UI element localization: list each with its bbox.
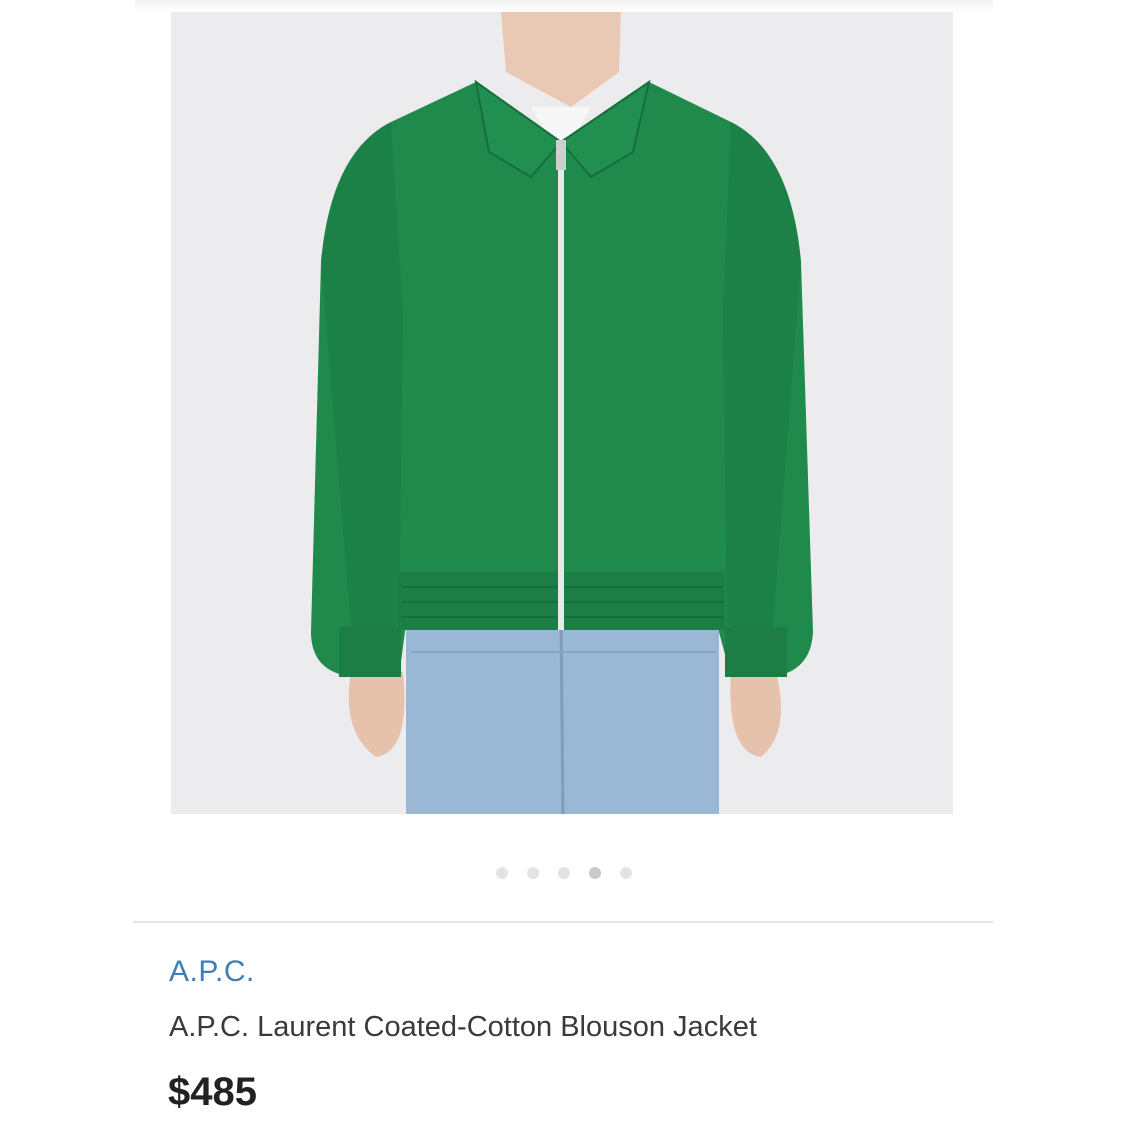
header-shadow	[135, 0, 993, 12]
carousel-dot[interactable]	[558, 867, 570, 879]
product-image[interactable]	[171, 12, 953, 814]
carousel-dot[interactable]	[620, 867, 632, 879]
carousel-dot[interactable]	[496, 867, 508, 879]
product-price: $485	[168, 1070, 257, 1114]
section-divider	[133, 921, 993, 923]
carousel-dot[interactable]	[527, 867, 539, 879]
brand-link[interactable]: A.P.C.	[169, 955, 255, 989]
product-title: A.P.C. Laurent Coated-Cotton Blouson Jac…	[169, 1011, 757, 1043]
carousel-dot-active[interactable]	[589, 867, 601, 879]
product-page: A.P.C. A.P.C. Laurent Coated-Cotton Blou…	[0, 0, 1125, 1125]
jacket-photo-illustration	[171, 12, 953, 814]
image-carousel-dots	[496, 867, 632, 879]
